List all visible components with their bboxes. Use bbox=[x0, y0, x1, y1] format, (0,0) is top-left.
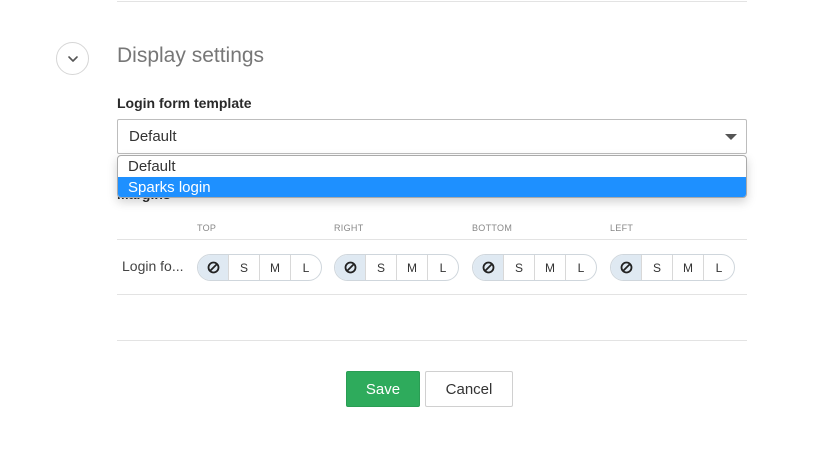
section-title: Display settings bbox=[117, 44, 265, 67]
left-margin-selector[interactable]: S M L bbox=[610, 254, 735, 281]
login-template-label: Login form template bbox=[117, 95, 252, 111]
top-margin-l[interactable]: L bbox=[290, 255, 321, 280]
right-margin-none[interactable] bbox=[335, 255, 365, 280]
column-header-top: TOP bbox=[197, 223, 217, 233]
top-margin-m[interactable]: M bbox=[259, 255, 290, 280]
top-margin-none[interactable] bbox=[198, 255, 228, 280]
table-divider bbox=[117, 239, 747, 240]
right-margin-s[interactable]: S bbox=[365, 255, 396, 280]
login-template-select[interactable]: Default bbox=[117, 119, 747, 154]
no-symbol-icon bbox=[207, 261, 219, 274]
top-divider bbox=[117, 1, 747, 2]
left-margin-none[interactable] bbox=[611, 255, 641, 280]
option-sparks-login[interactable]: Sparks login bbox=[118, 177, 746, 197]
right-margin-selector[interactable]: S M L bbox=[334, 254, 459, 281]
select-value: Default bbox=[129, 128, 177, 145]
caret-down-icon bbox=[725, 134, 737, 140]
cancel-button[interactable]: Cancel bbox=[425, 371, 513, 407]
bottom-margin-l[interactable]: L bbox=[565, 255, 596, 280]
no-symbol-icon bbox=[482, 261, 494, 274]
table-bottom-divider bbox=[117, 294, 747, 295]
bottom-margin-none[interactable] bbox=[473, 255, 503, 280]
no-symbol-icon bbox=[620, 261, 632, 274]
option-default[interactable]: Default bbox=[118, 156, 746, 177]
bottom-margin-m[interactable]: M bbox=[534, 255, 565, 280]
column-header-left: LEFT bbox=[610, 223, 634, 233]
right-margin-l[interactable]: L bbox=[427, 255, 458, 280]
column-header-bottom: BOTTOM bbox=[472, 223, 513, 233]
login-template-dropdown: Default Sparks login bbox=[117, 155, 747, 198]
column-header-right: RIGHT bbox=[334, 223, 364, 233]
top-margin-selector[interactable]: S M L bbox=[197, 254, 322, 281]
right-margin-m[interactable]: M bbox=[396, 255, 427, 280]
margins-row-label: Login fo... bbox=[122, 258, 184, 274]
left-margin-m[interactable]: M bbox=[672, 255, 703, 280]
bottom-margin-selector[interactable]: S M L bbox=[472, 254, 597, 281]
chevron-down-icon bbox=[67, 55, 78, 62]
collapse-section-button[interactable] bbox=[56, 42, 89, 75]
left-margin-l[interactable]: L bbox=[703, 255, 734, 280]
top-margin-s[interactable]: S bbox=[228, 255, 259, 280]
bottom-margin-s[interactable]: S bbox=[503, 255, 534, 280]
save-button[interactable]: Save bbox=[346, 371, 420, 407]
no-symbol-icon bbox=[344, 261, 356, 274]
left-margin-s[interactable]: S bbox=[641, 255, 672, 280]
footer-divider bbox=[117, 340, 747, 341]
